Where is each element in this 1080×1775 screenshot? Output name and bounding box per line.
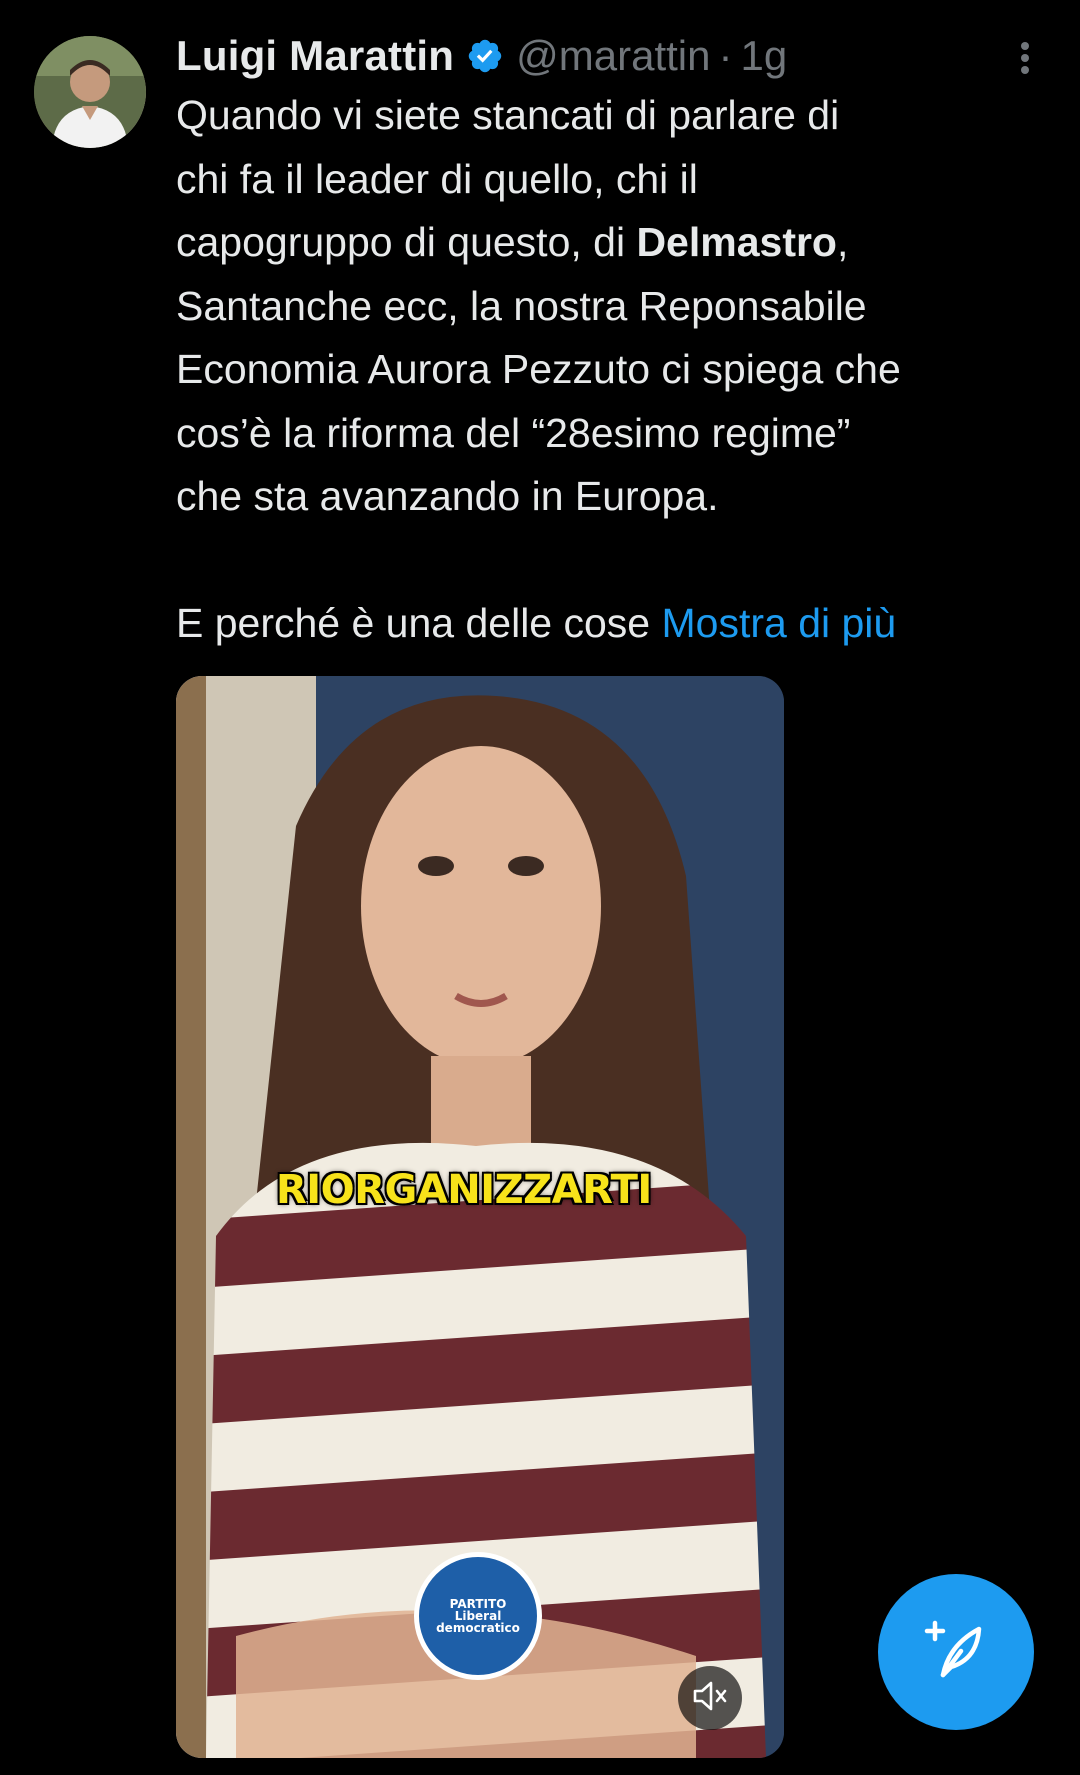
show-more-link[interactable]: Mostra di più <box>662 600 897 646</box>
author-name[interactable]: Luigi Marattin <box>176 32 454 80</box>
tweet-text-line: Quando vi siete stancati di parlare di <box>176 92 840 138</box>
tweet-header: Luigi Marattin @marattin · 1g <box>176 28 787 84</box>
verified-badge-icon <box>466 37 504 75</box>
party-logo: PARTITO Liberal democratico <box>414 1552 542 1680</box>
tweet-text: Quando vi siete stancati di parlare di c… <box>176 84 1056 656</box>
compose-tweet-icon <box>921 1615 991 1690</box>
tweet-text-line: E perché è una delle cose Mostra di più <box>176 592 1056 656</box>
tweet-video[interactable]: RIORGANIZZARTI PARTITO Liberal democrati… <box>176 676 784 1758</box>
tweet-text-fragment: , <box>836 219 849 265</box>
tweet-text-line: Economia Aurora Pezzuto ci spiega che <box>176 346 901 392</box>
header-separator: · <box>718 32 733 79</box>
volume-muted-icon <box>691 1679 729 1718</box>
party-logo-text: democratico <box>436 1621 520 1635</box>
mute-button[interactable] <box>678 1666 742 1730</box>
tweet-timestamp[interactable]: 1g <box>740 32 787 80</box>
tweet-text-bold-name: Delmastro <box>636 219 837 265</box>
tweet-text-line: capogruppo di questo, di Delmastro, <box>176 211 1056 275</box>
tweet-text-line: che sta avanzando in Europa. <box>176 473 719 519</box>
tweet-text-fragment: capogruppo di questo, di <box>176 219 637 265</box>
more-vertical-icon[interactable] <box>1010 38 1040 78</box>
author-avatar[interactable] <box>34 36 146 148</box>
compose-tweet-button[interactable] <box>878 1574 1034 1730</box>
tweet-text-line: chi fa il leader di quello, chi il <box>176 155 698 202</box>
video-caption: RIORGANIZZARTI <box>276 1167 652 1213</box>
author-handle[interactable]: @marattin <box>516 32 710 80</box>
tweet-detail-screen: Luigi Marattin @marattin · 1g Quando vi … <box>0 0 1080 1775</box>
tweet-text-line: cos’è la riforma del “28esimo regime” <box>176 409 851 456</box>
paragraph-break <box>176 529 1056 593</box>
tweet-text-fragment: E perché è una delle cose <box>176 600 662 646</box>
tweet-text-line: Santanche ecc, la nostra Reponsabile <box>176 282 867 329</box>
